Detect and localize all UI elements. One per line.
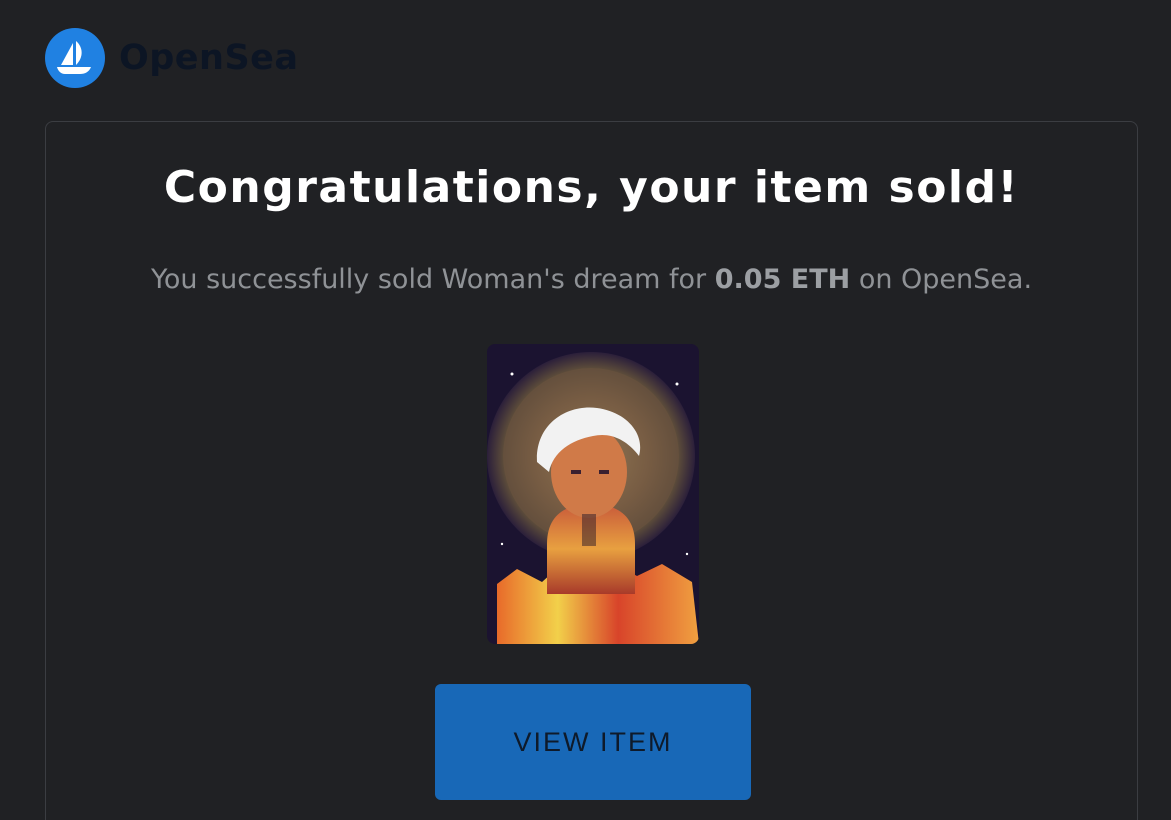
opensea-logo[interactable]: OpenSea <box>45 28 299 88</box>
sale-card: Congratulations, your item sold! You suc… <box>45 121 1138 820</box>
sale-message: You successfully sold Woman's dream for … <box>46 264 1137 295</box>
brand-name: OpenSea <box>119 38 299 78</box>
sale-price: 0.05 ETH <box>714 264 851 295</box>
message-suffix: on OpenSea. <box>850 264 1033 295</box>
email-page: OpenSea Congratulations, your item sold!… <box>0 0 1171 820</box>
view-item-button[interactable]: VIEW ITEM <box>435 684 751 800</box>
email-title: Congratulations, your item sold! <box>163 162 1020 213</box>
message-prefix: You successfully sold Woman's dream for <box>150 264 715 295</box>
item-image[interactable] <box>487 344 699 644</box>
opensea-ship-icon <box>45 28 105 88</box>
